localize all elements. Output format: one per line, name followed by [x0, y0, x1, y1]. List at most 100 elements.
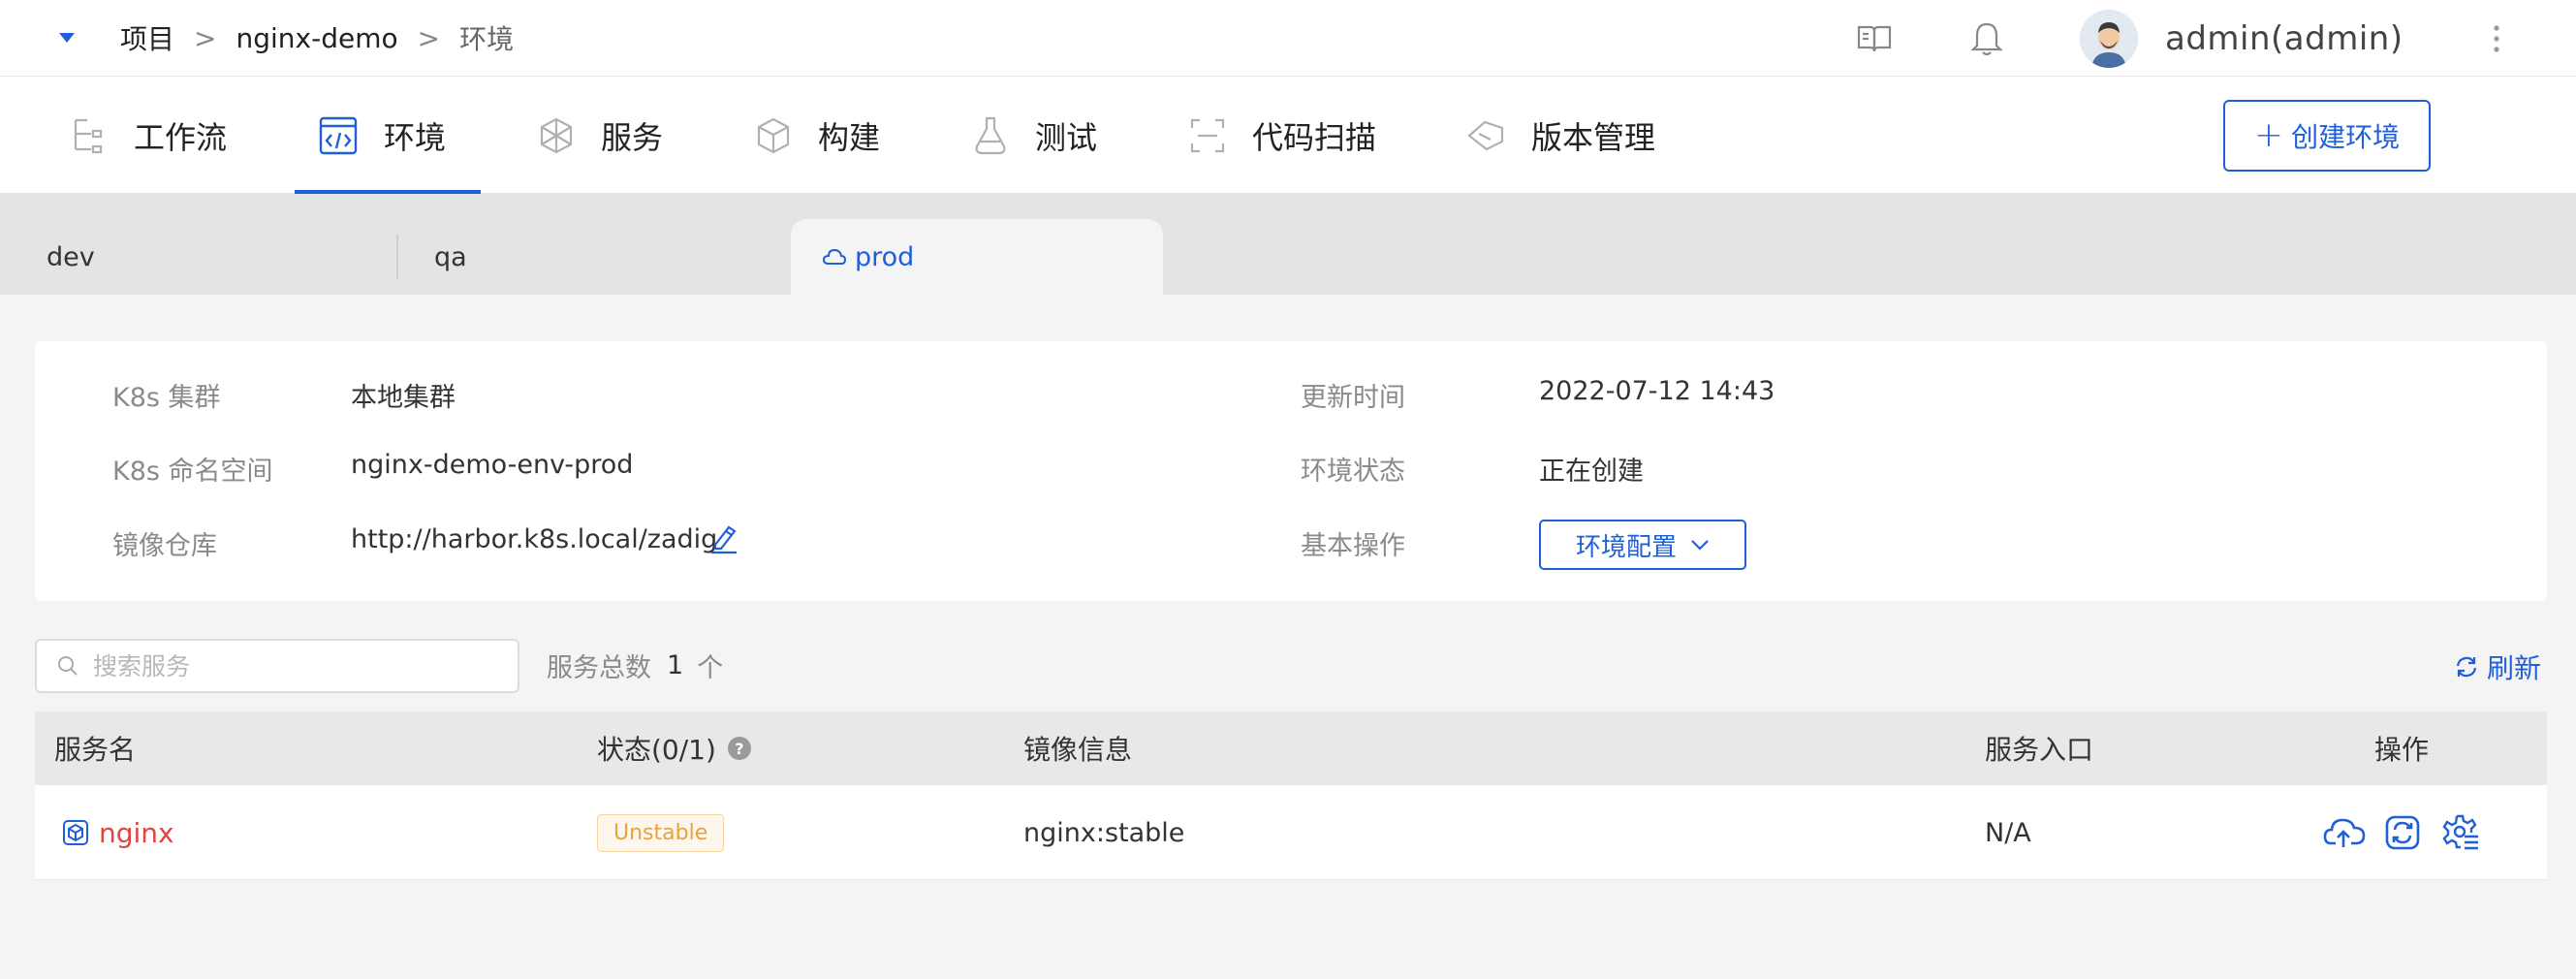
service-name-link[interactable]: nginx — [99, 817, 174, 849]
chevron-down-icon — [1691, 540, 1709, 551]
cloud-icon — [822, 248, 847, 265]
service-count-value: 1 — [667, 649, 684, 680]
tab-workflow[interactable]: 工作流 — [70, 77, 227, 194]
column-header-status-text: 状态(0/1) — [597, 734, 716, 766]
updated-time-label: 更新时间 — [1301, 383, 1405, 413]
tab-version[interactable]: 版本管理 — [1465, 77, 1655, 194]
avatar-icon — [2080, 9, 2138, 68]
column-header-name-text: 服务名 — [54, 734, 137, 766]
test-flask-icon — [975, 116, 1006, 154]
tab-build[interactable]: 构建 — [754, 77, 880, 194]
gear-list-icon — [2442, 814, 2478, 850]
registry-label: 镜像仓库 — [112, 531, 217, 561]
workflow-icon — [74, 118, 103, 153]
docs-button[interactable] — [1853, 0, 1896, 77]
tab-workflow-label: 工作流 — [134, 118, 228, 156]
bell-icon — [1970, 22, 2003, 55]
tab-service[interactable]: 服务 — [537, 77, 663, 194]
project-menu-toggle[interactable] — [56, 27, 78, 48]
updated-time-value: 2022-07-12 14:43 — [1539, 376, 1775, 406]
column-header-entry-text: 服务入口 — [1985, 734, 2094, 766]
table-row: nginx Unstable nginx:stable N/A — [35, 785, 2547, 880]
cluster-label: K8s 集群 — [112, 383, 221, 413]
service-count: 服务总数 1 个 — [547, 646, 723, 684]
tab-environment-label: 环境 — [384, 118, 447, 156]
env-tab-prod-label: prod — [855, 241, 915, 272]
tab-version-label: 版本管理 — [1531, 118, 1656, 156]
search-icon — [58, 656, 78, 676]
caret-down-icon — [59, 33, 75, 43]
environment-tabs-bar — [0, 194, 2576, 295]
notifications-button[interactable] — [1965, 0, 2008, 77]
env-status-label: 环境状态 — [1301, 457, 1405, 487]
version-icon — [1467, 120, 1504, 150]
refresh-label: 刷新 — [2487, 652, 2542, 684]
create-environment-label: 创建环境 — [2291, 121, 2401, 153]
column-header-image: 镜像信息 — [1023, 711, 1132, 785]
service-image-cell: nginx:stable — [1023, 785, 1184, 880]
edit-pen-icon — [711, 525, 737, 554]
column-header-name: 服务名 — [54, 711, 136, 785]
status-badge: Unstable — [597, 813, 725, 852]
namespace-label: K8s 命名空间 — [112, 457, 273, 487]
service-entry-cell: N/A — [1985, 785, 2031, 880]
more-vertical-icon — [2494, 24, 2499, 52]
breadcrumb-current: 环境 — [459, 23, 515, 55]
breadcrumb-project[interactable]: nginx-demo — [236, 22, 397, 54]
search-service-box[interactable] — [35, 639, 519, 693]
registry-value: http://harbor.k8s.local/zadig — [351, 524, 718, 554]
breadcrumb: 项目 > nginx-demo > 环境 — [120, 19, 514, 56]
service-count-unit: 个 — [697, 652, 724, 683]
column-header-entry: 服务入口 — [1985, 711, 2093, 785]
env-tab-qa-label: qa — [434, 241, 467, 272]
env-status-value: 正在创建 — [1539, 457, 1644, 487]
tab-environment[interactable]: 环境 — [295, 77, 481, 194]
basic-ops-label: 基本操作 — [1301, 531, 1405, 561]
service-name-cell[interactable]: nginx — [62, 785, 174, 880]
breadcrumb-projects[interactable]: 项目 — [120, 18, 174, 57]
env-tab-dev-label: dev — [47, 241, 95, 272]
cloud-upload-icon — [2323, 818, 2366, 847]
environment-icon — [319, 116, 358, 154]
service-actions-cell — [2322, 785, 2497, 880]
refresh-icon — [2456, 656, 2477, 678]
project-nav: 工作流 环境 服务 构建 测试 代码扫描 版本管理 — [0, 77, 2576, 194]
env-config-dropdown[interactable]: 环境配置 — [1539, 520, 1746, 570]
help-icon[interactable]: ? — [727, 737, 751, 760]
env-config-label: 环境配置 — [1575, 532, 1677, 562]
username: admin(admin) — [2165, 18, 2403, 58]
tab-code-scan-label: 代码扫描 — [1252, 118, 1377, 156]
refresh-button[interactable]: 刷新 — [2454, 647, 2541, 686]
tab-test[interactable]: 测试 — [971, 77, 1097, 194]
book-icon — [1857, 25, 1892, 51]
search-service-input[interactable] — [93, 651, 500, 680]
service-table-header: 服务名 状态(0/1) ? 镜像信息 服务入口 操作 — [35, 711, 2547, 785]
user-menu[interactable]: admin(admin) — [2080, 0, 2403, 77]
env-tab-qa[interactable]: qa — [434, 219, 467, 295]
avatar — [2080, 9, 2138, 68]
service-entry: N/A — [1985, 817, 2031, 848]
scan-icon — [1190, 118, 1225, 152]
restart-service-button[interactable] — [2380, 810, 2425, 855]
upgrade-service-button[interactable] — [2322, 810, 2367, 855]
more-menu-button[interactable] — [2491, 0, 2502, 77]
service-status-cell: Unstable — [597, 785, 725, 880]
top-bar: 项目 > nginx-demo > 环境 admin(admin) — [0, 0, 2576, 77]
service-cube-icon — [63, 820, 88, 845]
service-icon — [540, 117, 573, 153]
service-count-label: 服务总数 — [547, 652, 651, 683]
tab-service-label: 服务 — [601, 118, 664, 156]
env-tab-prod[interactable]: prod — [791, 219, 1163, 295]
build-icon — [757, 117, 790, 153]
breadcrumb-separator: > — [194, 21, 217, 54]
cluster-value: 本地集群 — [351, 383, 456, 413]
column-header-status: 状态(0/1) ? — [597, 711, 751, 785]
service-settings-button[interactable] — [2438, 810, 2483, 855]
column-header-actions-text: 操作 — [2374, 734, 2430, 766]
create-environment-button[interactable]: + 创建环境 — [2223, 100, 2431, 172]
tab-code-scan[interactable]: 代码扫描 — [1188, 77, 1376, 194]
edit-registry-button[interactable] — [707, 521, 740, 554]
breadcrumb-separator: > — [417, 21, 441, 54]
env-tab-dev[interactable]: dev — [47, 219, 95, 295]
column-header-image-text: 镜像信息 — [1023, 734, 1133, 766]
